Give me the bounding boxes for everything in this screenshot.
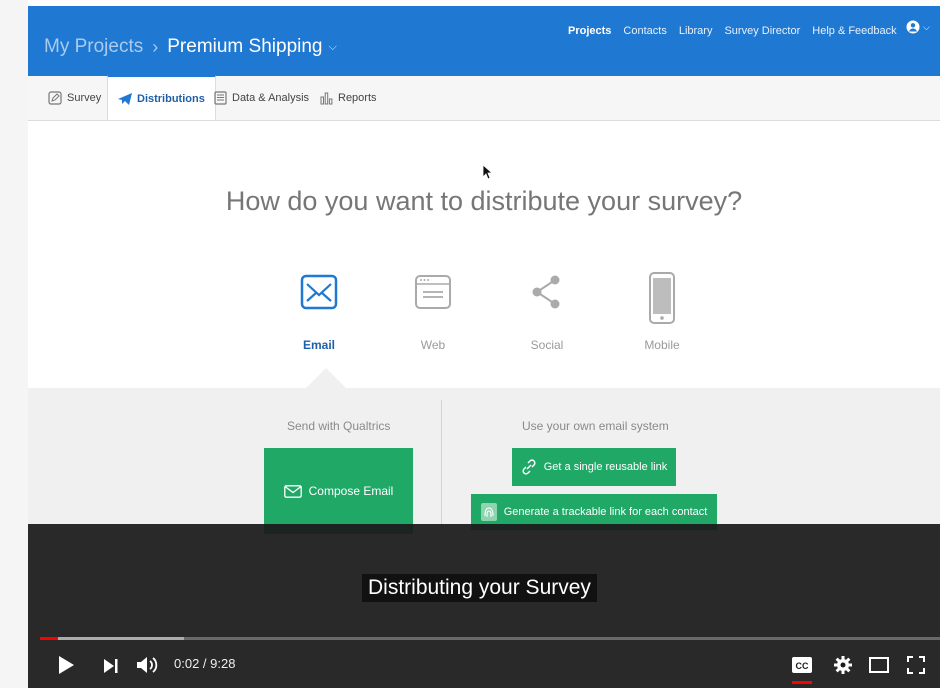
progress-loaded [40,637,184,640]
settings-button[interactable] [833,655,853,675]
page-headline: How do you want to distribute your surve… [225,186,743,216]
use-own-email-title: Use your own email system [522,419,669,433]
top-nav: Projects Contacts Library Survey Directo… [568,25,897,37]
skip-next-icon [104,659,118,673]
top-bar: My Projects › Premium Shipping ⌵ Project… [28,6,940,76]
trackable-link-label: Generate a trackable link for each conta… [503,506,708,518]
fingerprint-icon [480,503,497,521]
nav-projects[interactable]: Projects [568,25,611,37]
option-mobile-label: Mobile [644,338,680,352]
breadcrumb: My Projects › Premium Shipping ⌵ [44,36,337,58]
tab-distributions-label: Distributions [137,92,205,105]
profile-menu[interactable]: ⌵ [906,20,930,34]
captions-button[interactable]: CC [792,655,812,675]
nav-help-feedback[interactable]: Help & Feedback [812,25,896,37]
closed-captions-icon: CC [792,657,812,673]
volume-button[interactable] [136,655,160,675]
fullscreen-button[interactable] [905,655,927,675]
user-icon [906,20,920,34]
tab-bar: Survey Distributions Data & Analysis Rep… [28,75,940,121]
selection-pointer [306,368,346,388]
nav-survey-director[interactable]: Survey Director [724,25,800,37]
option-email[interactable]: Email [274,272,364,352]
tab-data-analysis-label: Data & Analysis [232,92,310,104]
play-icon [59,656,74,674]
browser-window-icon [415,275,451,309]
progress-played [40,637,58,640]
tab-distributions[interactable]: Distributions [107,75,216,120]
send-with-qualtrics-title: Send with Qualtrics [287,419,391,433]
bar-chart-icon [320,92,333,105]
chevron-down-icon[interactable]: ⌵ [329,41,337,54]
project-name[interactable]: Premium Shipping [167,36,322,58]
envelope-icon [283,484,302,498]
tab-reports-label: Reports [338,92,377,104]
theater-mode-button[interactable] [868,655,890,675]
single-link-label: Get a single reusable link [543,461,668,473]
link-icon [522,459,536,475]
option-social[interactable]: Social [502,272,592,352]
play-button[interactable] [56,654,76,676]
option-email-label: Email [302,338,335,352]
svg-text:CC: CC [796,661,809,671]
tab-reports[interactable]: Reports [320,76,377,120]
share-icon [532,275,560,309]
mouse-cursor-icon [482,164,492,180]
tab-data-analysis[interactable]: Data & Analysis [214,76,309,120]
video-progress-bar[interactable] [40,637,940,640]
volume-icon [137,657,158,673]
option-web[interactable]: Web [388,272,478,352]
video-caption: Distributing your Survey [362,574,597,602]
breadcrumb-separator: › [152,36,159,57]
tab-survey[interactable]: Survey [48,76,101,120]
option-social-label: Social [530,338,564,352]
document-list-icon [214,91,227,105]
compose-email-label: Compose Email [308,484,394,498]
panel-divider [441,400,442,528]
video-time: 0:02 / 9:28 [174,656,236,671]
gear-icon [834,656,852,674]
breadcrumb-my-projects[interactable]: My Projects [44,36,143,58]
nav-contacts[interactable]: Contacts [623,25,666,37]
tab-survey-label: Survey [67,92,102,104]
mobile-phone-icon [649,272,675,324]
single-reusable-link-button[interactable]: Get a single reusable link [512,448,676,486]
option-web-label: Web [420,338,446,352]
envelope-icon [300,274,338,310]
nav-library[interactable]: Library [679,25,713,37]
option-mobile[interactable]: Mobile [617,272,707,352]
captions-active-indicator [792,681,812,684]
browser-frame: My Projects › Premium Shipping ⌵ Project… [28,0,940,688]
next-button[interactable] [101,657,121,675]
chevron-down-icon: ⌵ [923,21,930,32]
compose-email-button[interactable]: Compose Email [264,448,413,534]
theater-mode-icon [869,657,889,673]
pencil-icon [48,91,62,105]
paper-plane-icon [118,92,132,105]
fullscreen-icon [907,656,925,674]
